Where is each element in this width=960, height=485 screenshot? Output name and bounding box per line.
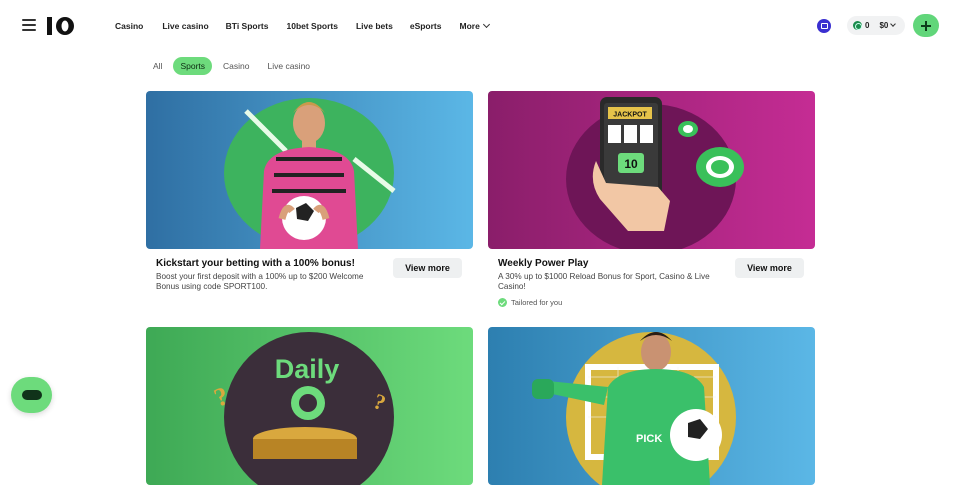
nav-bti-sports[interactable]: BTi Sports (226, 21, 269, 31)
chat-icon (21, 390, 42, 400)
nav-casino[interactable]: Casino (115, 21, 143, 31)
filter-live-casino[interactable]: Live casino (261, 57, 318, 75)
cash-balance: $0 (879, 21, 889, 30)
chat-button[interactable] (11, 377, 52, 413)
nav-live-casino[interactable]: Live casino (162, 21, 208, 31)
promo-image[interactable]: Daily ? ? (146, 327, 473, 485)
promo-card: Daily ? ? (146, 327, 473, 485)
nav-more-label: More (459, 21, 480, 31)
coin-balance: 0 (865, 21, 870, 30)
plus-icon (925, 20, 927, 31)
promo-card: PICK (488, 327, 815, 485)
main-nav: Casino Live casino BTi Sports 10bet Spor… (115, 0, 490, 52)
nav-esports[interactable]: eSports (410, 21, 442, 31)
chevron-down-icon (890, 21, 897, 27)
jackpot-text: JACKPOT (613, 112, 647, 119)
nav-more[interactable]: More (459, 20, 490, 31)
view-more-button[interactable]: View more (393, 258, 462, 278)
wallet-button[interactable]: 0 $0 (847, 16, 905, 35)
promo-card: Kickstart your betting with a 100% bonus… (146, 91, 473, 321)
filter-casino[interactable]: Casino (216, 57, 256, 75)
rewards-icon[interactable] (817, 19, 831, 33)
promo-card: JACKPOT 10 Weekly Power Play A 30% up to… (488, 91, 815, 321)
view-more-button[interactable]: View more (735, 258, 804, 278)
phone-logo-text: 10 (624, 157, 638, 171)
logo[interactable] (46, 15, 76, 37)
promo-description: A 30% up to $1000 Reload Bonus for Sport… (498, 272, 710, 291)
promo-title: Weekly Power Play (498, 258, 589, 269)
promo-title: Kickstart your betting with a 100% bonus… (156, 258, 355, 269)
deposit-button[interactable] (913, 14, 939, 37)
chevron-down-icon (482, 20, 490, 29)
tailored-badge: Tailored for you (498, 298, 562, 307)
coin-icon (853, 21, 862, 30)
daily-text: Daily (275, 354, 340, 384)
promo-description: Boost your first deposit with a 100% up … (156, 272, 364, 291)
promo-image[interactable] (146, 91, 473, 249)
check-icon (498, 298, 507, 307)
filter-sports[interactable]: Sports (173, 57, 213, 75)
nav-10bet-sports[interactable]: 10bet Sports (286, 21, 338, 31)
promo-image[interactable]: PICK (488, 327, 815, 485)
menu-icon[interactable] (22, 19, 36, 31)
jersey-text: PICK (636, 433, 662, 445)
top-bar: Casino Live casino BTi Sports 10bet Spor… (0, 0, 960, 52)
tailored-label: Tailored for you (511, 298, 563, 307)
promo-image[interactable]: JACKPOT 10 (488, 91, 815, 249)
promo-filter-tabs: All Sports Casino Live casino (146, 57, 321, 75)
filter-all[interactable]: All (146, 57, 169, 75)
nav-live-bets[interactable]: Live bets (356, 21, 393, 31)
